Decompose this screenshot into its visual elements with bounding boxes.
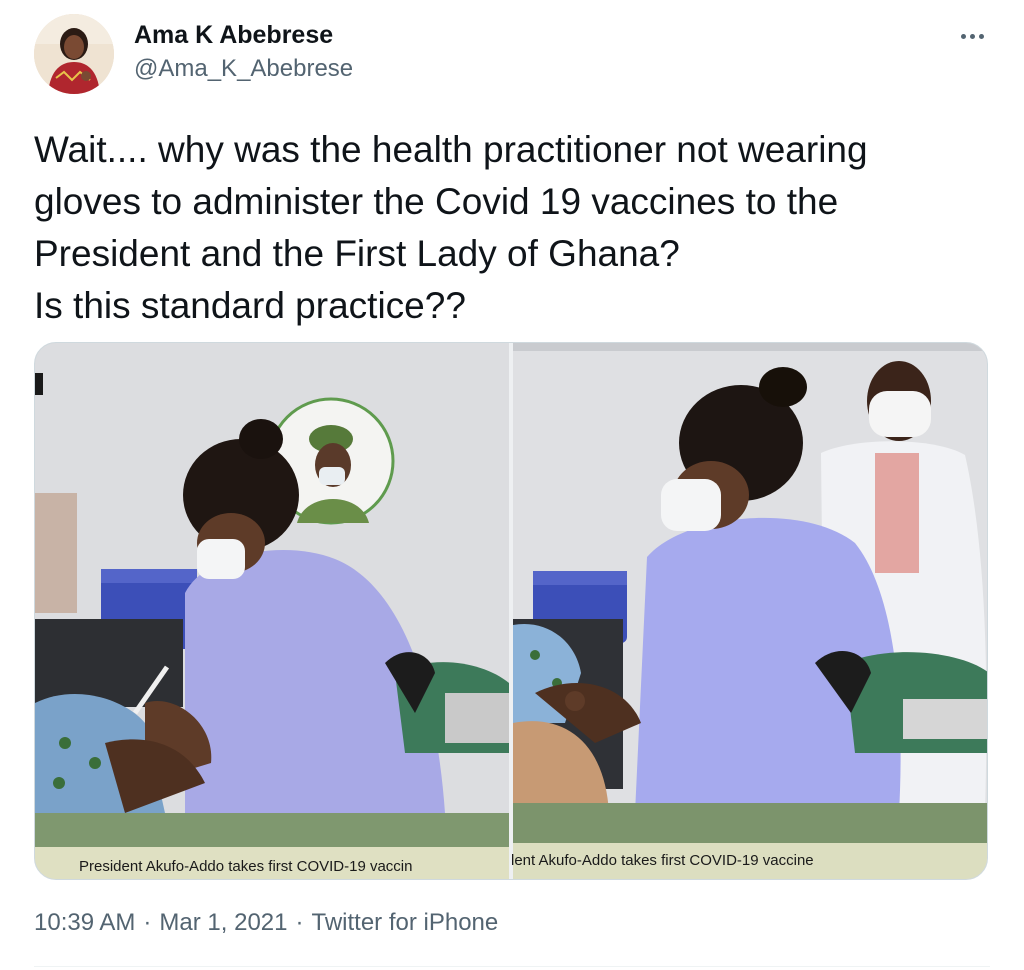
media-image: President Akufo-Addo takes first COVID-1… [35,343,987,879]
dot [969,33,975,39]
tweet-text: Wait.... why was the health practitioner… [34,129,868,326]
tweet-time[interactable]: 10:39 AM [34,909,135,936]
tweet-media[interactable]: President Akufo-Addo takes first COVID-1… [34,342,988,880]
right-photo [513,343,987,879]
tweet-source[interactable]: Twitter for iPhone [311,909,498,936]
tweet-meta: 10:39 AM · Mar 1, 2021 · Twitter for iPhone [34,906,498,940]
separator: · [295,909,304,936]
divider [34,966,990,967]
tweet-date[interactable]: Mar 1, 2021 [159,909,287,936]
author-handle[interactable]: @Ama_K_Abebrese [134,54,353,84]
right-caption: lent Akufo-Addo takes first COVID-19 vac… [511,852,814,869]
author-avatar[interactable] [34,14,114,94]
author-display-name[interactable]: Ama K Abebrese [134,20,353,50]
more-options-icon[interactable] [956,22,988,50]
dot [960,33,966,39]
author-block: Ama K Abebrese @Ama_K_Abebrese [134,20,353,84]
left-photo [35,343,509,879]
avatar-image [34,14,114,94]
separator: · [143,909,152,936]
left-caption: President Akufo-Addo takes first COVID-1… [79,858,412,875]
dot [978,33,984,39]
tweet-card: Ama K Abebrese @Ama_K_Abebrese Wait.... … [0,0,1024,970]
